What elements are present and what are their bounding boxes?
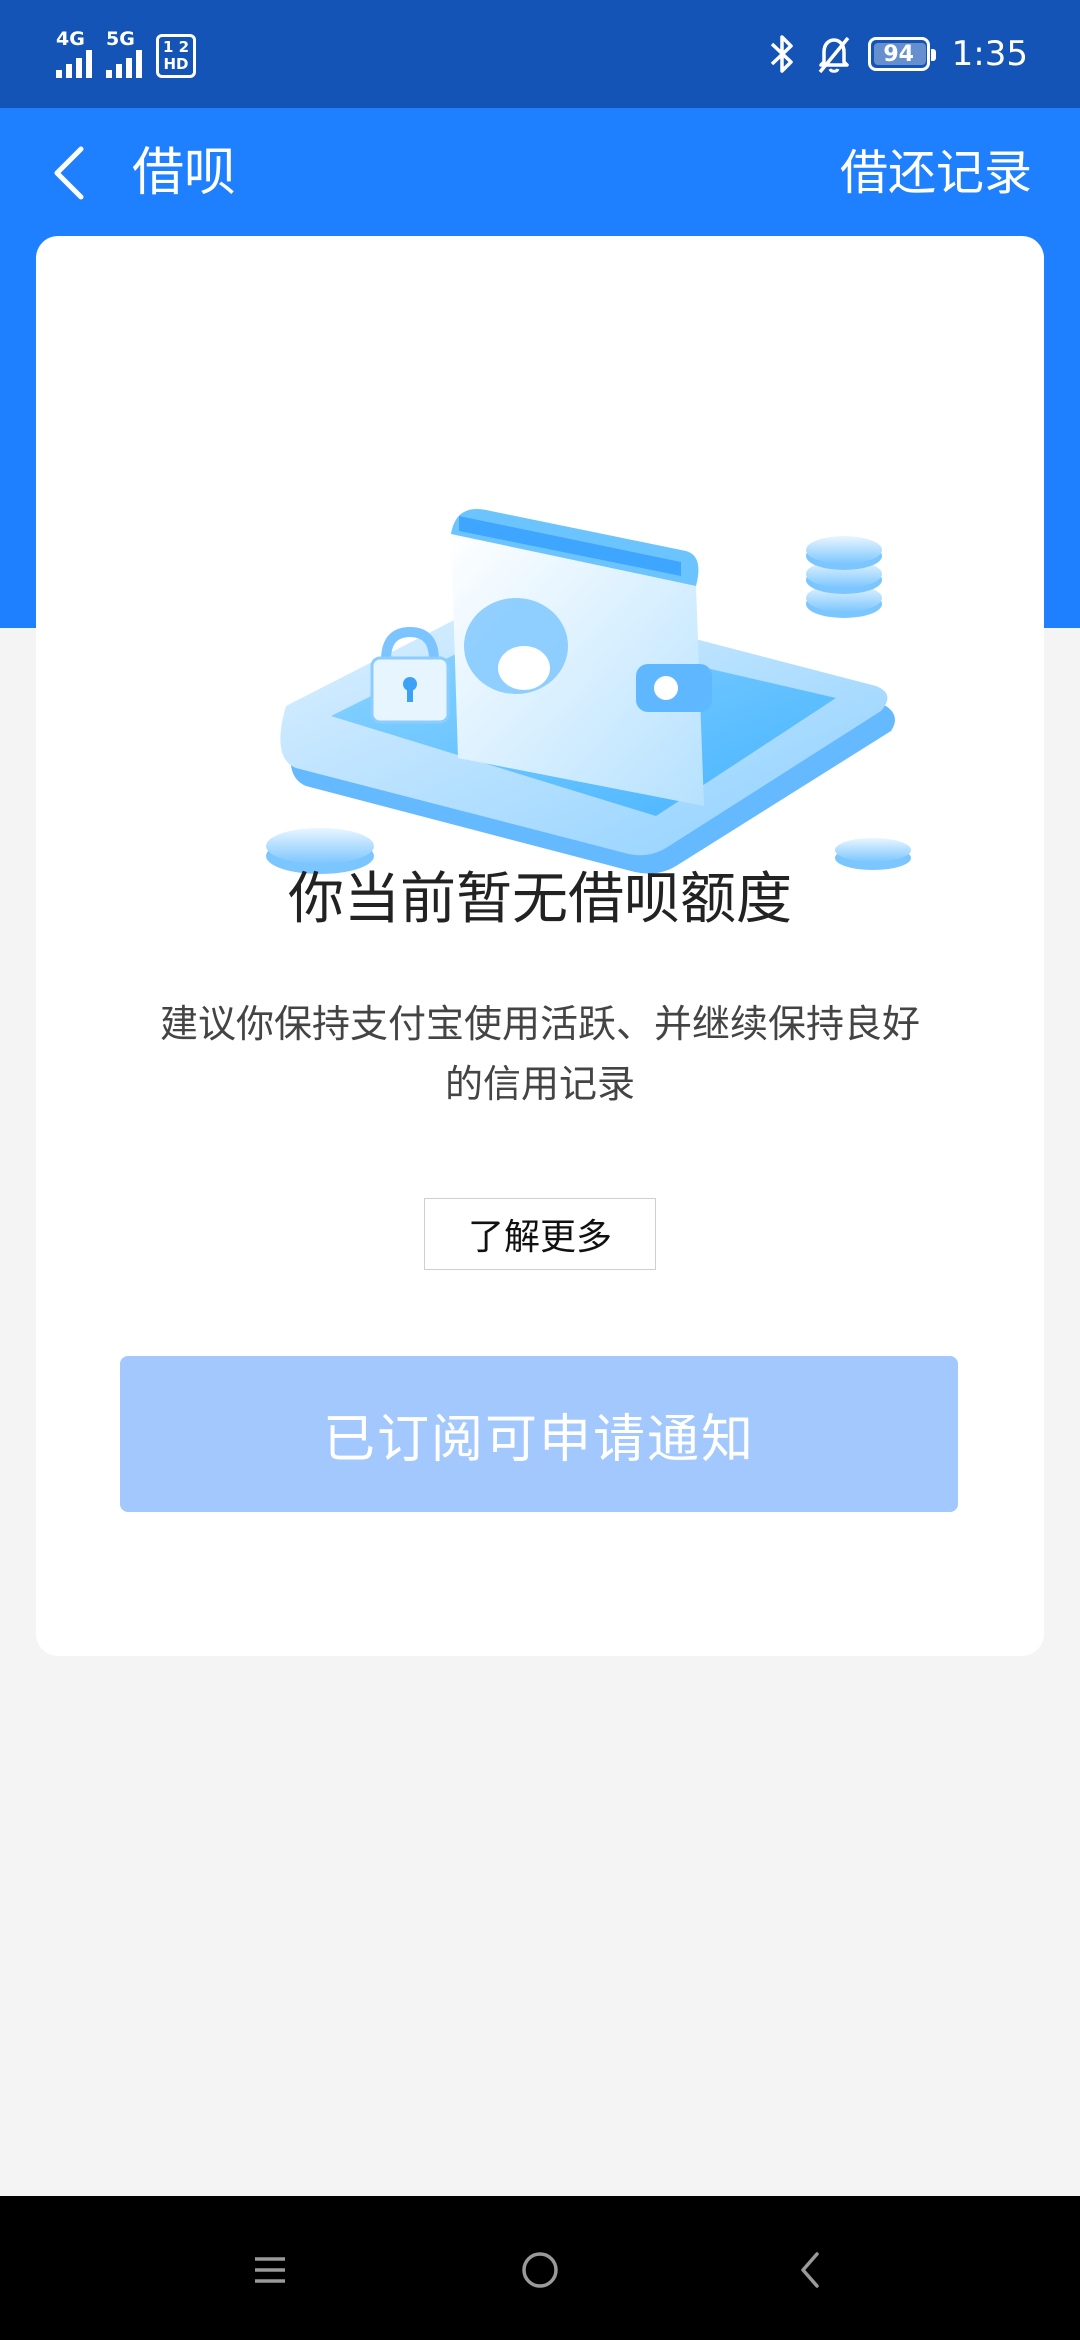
main-card: 你当前暂无借呗额度 建议你保持支付宝使用活跃、并继续保持良好的信用记录 了解更多… (36, 236, 1044, 1656)
subscribe-notification-button[interactable]: 已订阅可申请通知 (120, 1356, 958, 1512)
chevron-left-icon (54, 146, 84, 200)
signal-bars-icon (56, 50, 92, 78)
status-right: 94 1:35 (764, 30, 1028, 78)
signal-5g-label: 5G (106, 28, 135, 50)
signal-bars-icon (106, 50, 142, 78)
status-bar: 4G 5G 1 2 HD 94 1:35 (0, 0, 1080, 108)
app-screen: 4G 5G 1 2 HD 94 1:35 借呗 借还记录 你当前暂无借呗额度 建… (0, 0, 1080, 2340)
system-nav-bar (0, 2196, 1080, 2340)
status-time: 1:35 (951, 34, 1028, 74)
home-circle-icon (522, 2252, 558, 2288)
no-credit-description: 建议你保持支付宝使用活跃、并继续保持良好的信用记录 (159, 1002, 920, 1106)
status-left: 4G 5G 1 2 HD (56, 30, 196, 78)
system-back-button[interactable] (780, 2240, 840, 2300)
battery-icon: 94 (867, 37, 936, 71)
hd-badge-top: 1 2 (162, 38, 190, 56)
bluetooth-icon (770, 35, 793, 73)
borrow-repay-records-link[interactable]: 借还记录 (840, 142, 1032, 204)
hd-badge-bottom: HD (163, 55, 189, 73)
recent-apps-button[interactable] (240, 2240, 300, 2300)
menu-icon (255, 2257, 285, 2283)
signal-4g: 4G (56, 30, 92, 78)
page-title: 借呗 (132, 143, 237, 203)
signal-5g: 5G (106, 30, 142, 78)
hd-badge: 1 2 HD (156, 34, 196, 78)
back-triangle-icon (801, 2252, 819, 2288)
no-credit-title: 你当前暂无借呗额度 (288, 867, 792, 932)
signal-4g-label: 4G (56, 28, 85, 50)
learn-more-button[interactable]: 了解更多 (424, 1198, 656, 1270)
battery-level: 94 (883, 41, 914, 67)
home-button[interactable] (510, 2240, 570, 2300)
back-button[interactable] (34, 138, 104, 208)
bell-off-icon (818, 36, 849, 74)
nav-bar: 借呗 借还记录 (0, 108, 1080, 236)
